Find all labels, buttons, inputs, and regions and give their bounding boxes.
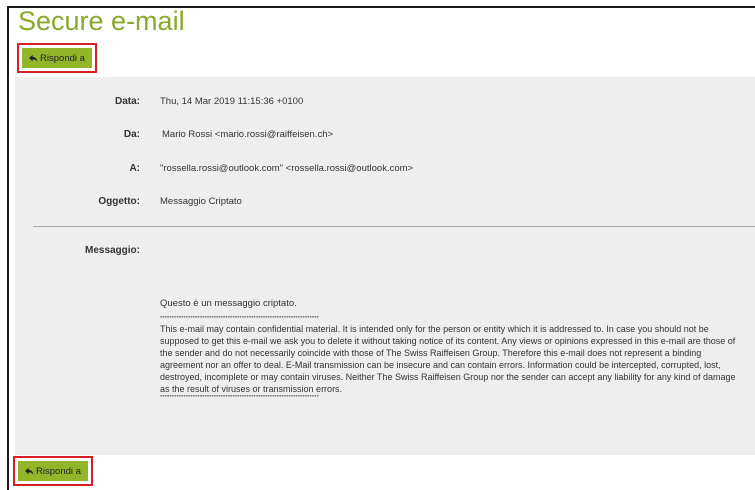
field-label-date: Data: [114,96,140,107]
reply-button-highlight-bottom: Rispondi a [13,456,93,486]
reply-button-label: Rispondi a [36,465,81,477]
reply-button-bottom[interactable]: Rispondi a [18,461,88,481]
reply-arrow-icon [29,54,38,62]
field-value-to: "rossella.rossi@outlook.com" <rossella.r… [160,163,414,174]
reply-button-top[interactable]: Rispondi a [22,48,92,68]
message-label: Messaggio: [84,245,140,256]
reply-button-highlight: Rispondi a [17,43,97,73]
field-value-from: Mario Rossi <mario.rossi@raiffeisen.ch> [162,129,334,140]
field-value-date: Thu, 14 Mar 2019 11:15:36 +0100 [160,96,304,107]
reply-arrow-icon [25,467,34,475]
separator-top: ****************************************… [160,316,319,322]
page-title: Secure e-mail [18,6,185,36]
field-label-subject: Oggetto: [98,196,140,207]
separator-bottom: ****************************************… [160,395,319,401]
field-value-subject: Messaggio Criptato [160,196,242,207]
field-label-from: Da: [123,129,140,140]
message-panel: Data: Thu, 14 Mar 2019 11:15:36 +0100 Da… [15,77,755,455]
disclaimer-text: This e-mail may contain confidential mat… [160,324,736,394]
field-label-to: A: [129,163,140,174]
message-intro: Questo è un messaggio criptato. [160,298,297,309]
reply-button-label: Rispondi a [40,52,85,64]
header-divider [33,226,755,227]
message-body: Questo è un messaggio criptato. ********… [160,298,745,402]
